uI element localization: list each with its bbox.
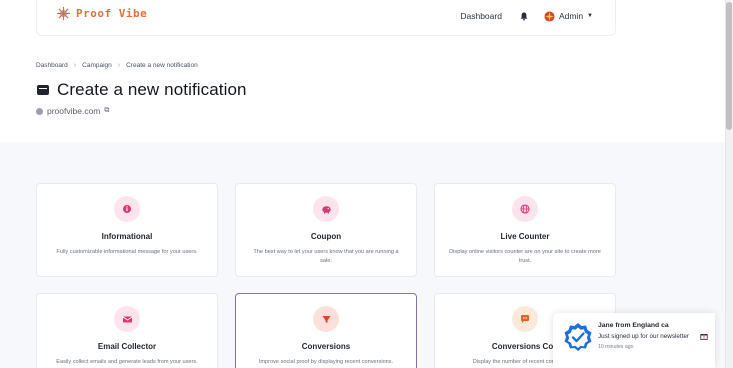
page-header-area: Proof Vibe Dashboard Admin ▼ Dashboard ›… — [0, 0, 725, 142]
top-navbar: Proof Vibe Dashboard Admin ▼ — [36, 0, 616, 36]
toast-message: Just signed up for our newsletter — [598, 333, 690, 340]
logo-text: Proof Vibe — [76, 7, 148, 20]
window-icon — [37, 85, 49, 95]
toast-time: 10 minutes ago — [598, 344, 634, 350]
card-title: Live Counter — [500, 232, 550, 241]
card-live-counter[interactable]: Live Counter Display online visitors cou… — [434, 183, 616, 277]
external-link-icon[interactable]: ⧉ — [104, 107, 109, 115]
megaphone-icon — [313, 306, 339, 332]
logo-icon — [56, 6, 71, 21]
card-conversions[interactable]: Conversions Improve social proof by disp… — [235, 293, 417, 368]
page-title-text: Create a new notification — [57, 80, 247, 99]
breadcrumb-current: Create a new notification — [126, 62, 198, 69]
toast-name: Jane from England ca — [598, 322, 669, 329]
breadcrumb-dashboard[interactable]: Dashboard — [36, 62, 68, 69]
scrollbar-thumb[interactable] — [726, 2, 732, 130]
site-link-text[interactable]: proofvibe.com — [47, 106, 100, 116]
notification-toast[interactable]: Jane from England ca Just signed up for … — [553, 313, 715, 368]
card-title: Email Collector — [97, 342, 157, 351]
breadcrumb: Dashboard › Campaign › Create a new noti… — [36, 62, 198, 69]
card-desc: Fully customizable informational message… — [56, 249, 198, 255]
breadcrumb-campaign[interactable]: Campaign — [82, 62, 112, 69]
avatar-icon[interactable] — [544, 10, 555, 22]
chevron-down-icon[interactable]: ▼ — [587, 13, 593, 19]
chevron-right-icon: › — [117, 62, 121, 69]
admin-menu[interactable]: Admin — [559, 11, 583, 21]
nav-right: Dashboard Admin ▼ — [460, 0, 593, 32]
card-title: Coupon — [310, 232, 342, 241]
chat-bubble-icon — [512, 306, 538, 332]
chevron-right-icon: › — [73, 62, 77, 69]
card-coupon[interactable]: Coupon The best way to let your users kn… — [235, 183, 417, 277]
bell-icon[interactable] — [520, 12, 528, 21]
site-link[interactable]: proofvibe.com ⧉ — [36, 106, 109, 116]
card-informational[interactable]: Informational Fully customizable informa… — [36, 183, 218, 277]
card-desc: The best way to let your users know that… — [253, 249, 399, 264]
card-desc: Improve social proof by displaying recen… — [258, 359, 394, 365]
verified-badge-icon — [564, 323, 592, 351]
card-title: Informational — [101, 232, 153, 241]
envelope-icon — [114, 306, 140, 332]
card-title: Conversions — [301, 342, 351, 351]
site-globe-icon — [36, 107, 43, 115]
gift-icon — [700, 334, 708, 340]
card-email-collector[interactable]: Email Collector Easily collect emails an… — [36, 293, 218, 368]
globe-icon — [512, 196, 538, 222]
page-title: Create a new notification — [37, 80, 247, 100]
info-icon — [114, 196, 140, 222]
scrollbar[interactable] — [725, 0, 733, 368]
logo[interactable]: Proof Vibe — [56, 6, 147, 21]
piggy-bank-icon — [313, 196, 339, 222]
nav-dashboard-link[interactable]: Dashboard — [460, 11, 502, 21]
card-desc: Easily collect emails and generate leads… — [56, 359, 198, 365]
card-desc: Display online visitors counter are on y… — [449, 249, 601, 264]
